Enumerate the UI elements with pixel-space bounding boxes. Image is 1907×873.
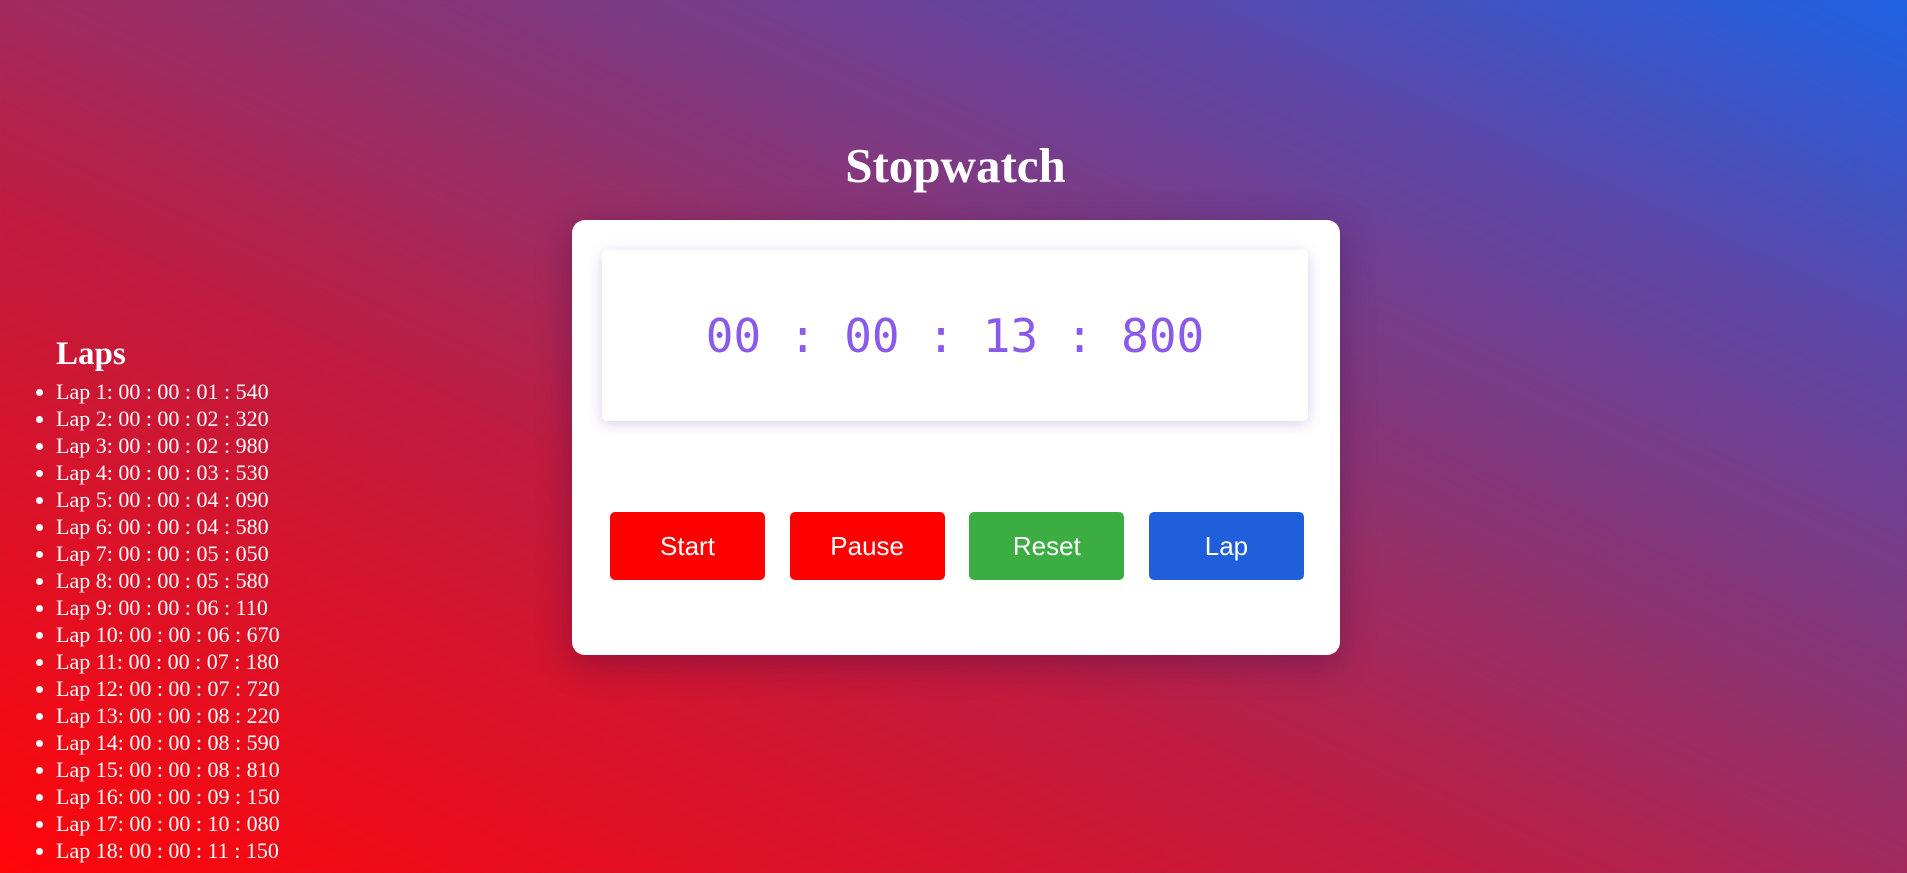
lap-item: Lap 7: 00 : 00 : 05 : 050 xyxy=(56,540,340,567)
lap-item: Lap 6: 00 : 00 : 04 : 580 xyxy=(56,513,340,540)
start-button[interactable]: Start xyxy=(610,512,765,580)
lap-item: Lap 4: 00 : 00 : 03 : 530 xyxy=(56,459,340,486)
lap-item: Lap 8: 00 : 00 : 05 : 580 xyxy=(56,567,340,594)
lap-item: Lap 12: 00 : 00 : 07 : 720 xyxy=(56,675,340,702)
laps-panel: Laps Lap 1: 00 : 00 : 01 : 540Lap 2: 00 … xyxy=(0,330,340,864)
lap-item: Lap 2: 00 : 00 : 02 : 320 xyxy=(56,405,340,432)
time-display: 00 : 00 : 13 : 800 xyxy=(602,250,1308,421)
control-buttons: Start Pause Reset Lap xyxy=(610,512,1304,580)
lap-button[interactable]: Lap xyxy=(1148,512,1304,580)
page-title: Stopwatch xyxy=(845,138,1066,193)
lap-item: Lap 10: 00 : 00 : 06 : 670 xyxy=(56,621,340,648)
reset-button[interactable]: Reset xyxy=(969,512,1125,580)
laps-heading: Laps xyxy=(56,336,126,372)
lap-item: Lap 1: 00 : 00 : 01 : 540 xyxy=(56,378,340,405)
lap-item: Lap 11: 00 : 00 : 07 : 180 xyxy=(56,648,340,675)
pause-button[interactable]: Pause xyxy=(789,512,945,580)
lap-item: Lap 13: 00 : 00 : 08 : 220 xyxy=(56,702,340,729)
lap-item: Lap 5: 00 : 00 : 04 : 090 xyxy=(56,486,340,513)
laps-list: Lap 1: 00 : 00 : 01 : 540Lap 2: 00 : 00 … xyxy=(0,378,340,864)
lap-item: Lap 14: 00 : 00 : 08 : 590 xyxy=(56,729,340,756)
lap-item: Lap 15: 00 : 00 : 08 : 810 xyxy=(56,756,340,783)
stopwatch-card: 00 : 00 : 13 : 800 Start Pause Reset Lap xyxy=(572,220,1340,655)
lap-item: Lap 16: 00 : 00 : 09 : 150 xyxy=(56,783,340,810)
elapsed-time: 00 : 00 : 13 : 800 xyxy=(705,308,1205,363)
lap-item: Lap 3: 00 : 00 : 02 : 980 xyxy=(56,432,340,459)
lap-item: Lap 18: 00 : 00 : 11 : 150 xyxy=(56,837,340,864)
lap-item: Lap 9: 00 : 00 : 06 : 110 xyxy=(56,594,340,621)
lap-item: Lap 17: 00 : 00 : 10 : 080 xyxy=(56,810,340,837)
